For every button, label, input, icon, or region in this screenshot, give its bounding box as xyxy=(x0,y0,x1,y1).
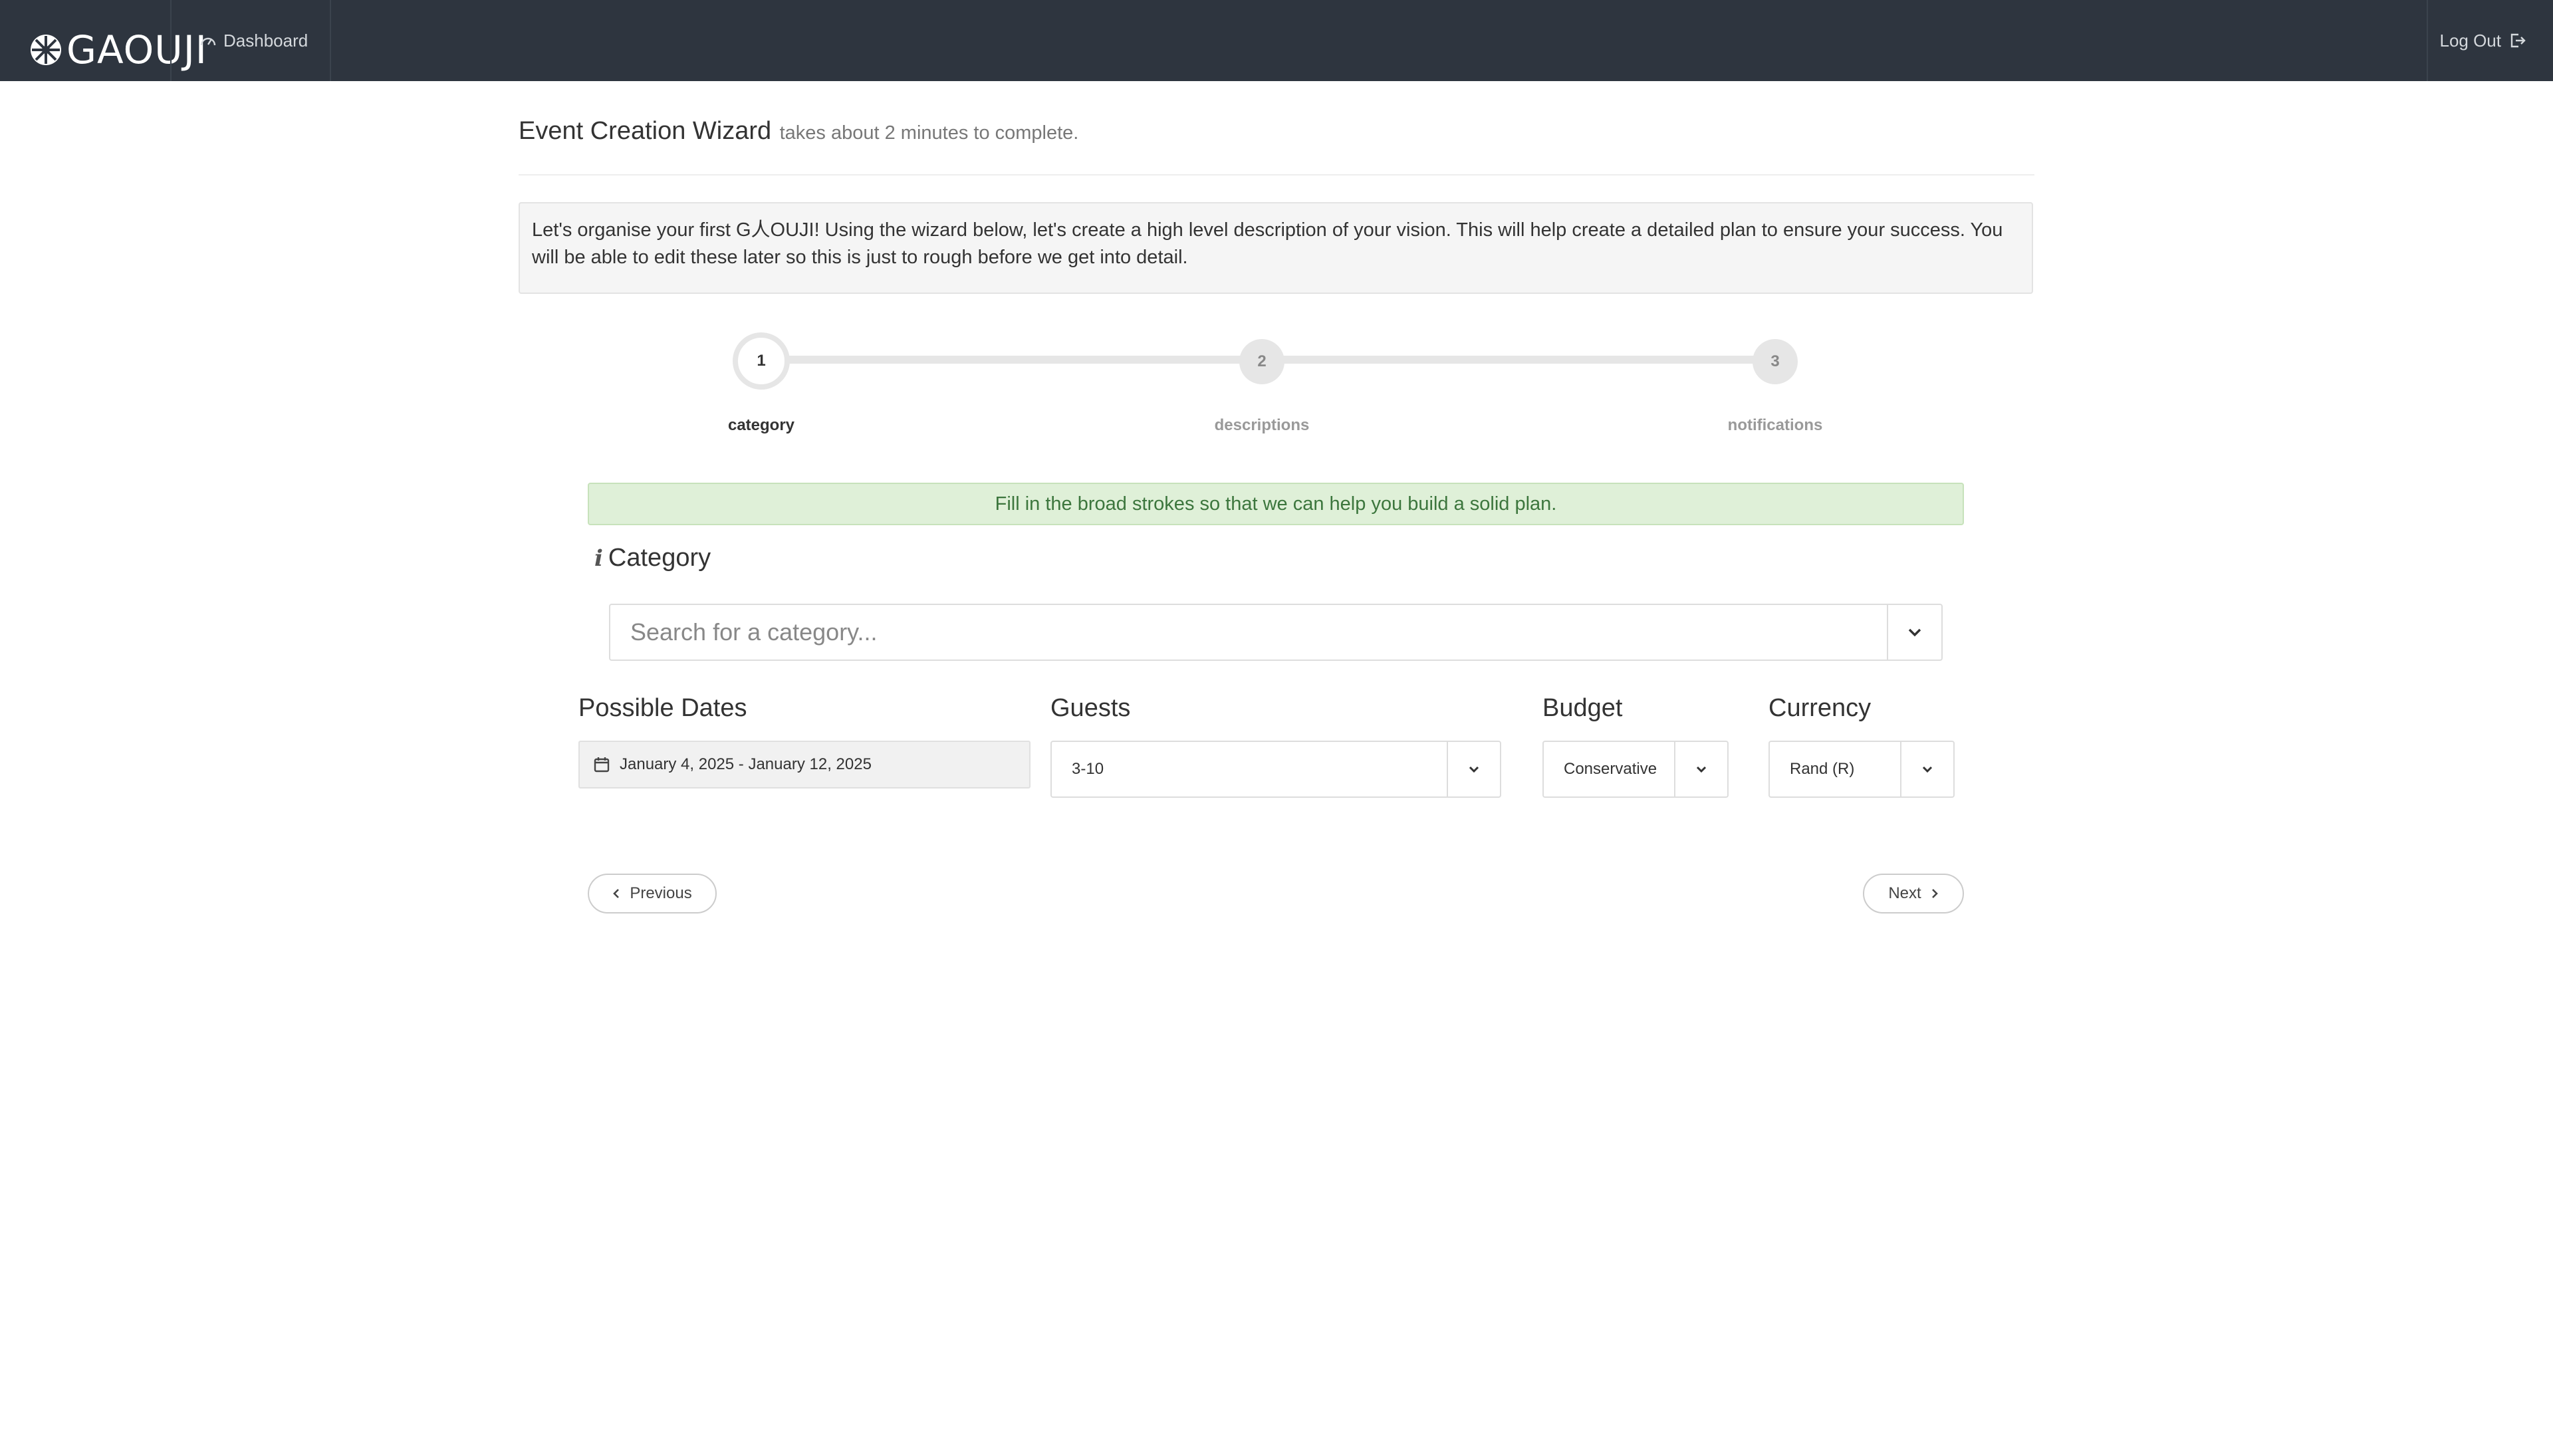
brand-logo[interactable]: GAOUJI xyxy=(29,27,207,72)
intro-description: Let's organise your first G人OUJI! Using … xyxy=(519,202,2033,294)
chevron-left-icon xyxy=(613,889,620,898)
step-2-circle[interactable]: 2 xyxy=(1239,339,1284,384)
logout-icon xyxy=(2510,33,2526,48)
page-header: Event Creation Wizard takes about 2 minu… xyxy=(519,117,2034,176)
calendar-icon xyxy=(594,757,610,773)
date-range-picker[interactable]: January 4, 2025 - January 12, 2025 xyxy=(578,741,1031,789)
brand-emblem-icon xyxy=(31,35,61,65)
logout-label: Log Out xyxy=(2439,30,2501,51)
nav-divider xyxy=(2427,0,2428,81)
step-3-circle[interactable]: 3 xyxy=(1753,339,1798,384)
chevron-right-icon xyxy=(1931,889,1938,898)
dates-label: Possible Dates xyxy=(578,694,747,722)
previous-label: Previous xyxy=(630,884,692,902)
date-range-value: January 4, 2025 - January 12, 2025 xyxy=(620,755,872,773)
success-alert: Fill in the broad strokes so that we can… xyxy=(588,483,1964,525)
step-1-label: category xyxy=(727,416,795,434)
currency-dropdown-button[interactable] xyxy=(1900,742,1953,796)
chevron-down-icon xyxy=(1908,628,1921,637)
info-icon[interactable]: i xyxy=(594,545,603,572)
stepper-track xyxy=(789,356,1254,364)
budget-select[interactable]: Conservative xyxy=(1542,741,1729,798)
chevron-down-icon xyxy=(1696,766,1707,773)
guests-select[interactable]: 3-10 xyxy=(1050,741,1501,798)
guests-label: Guests xyxy=(1050,694,1131,722)
step-3-label: notifications xyxy=(1727,416,1823,434)
chevron-down-icon xyxy=(1922,766,1933,773)
category-heading: i Category xyxy=(594,544,711,572)
currency-select[interactable]: Rand (R) xyxy=(1768,741,1955,798)
category-search-input[interactable] xyxy=(610,605,1887,660)
category-heading-label: Category xyxy=(608,544,711,572)
step-1-circle[interactable]: 1 xyxy=(733,332,790,390)
next-label: Next xyxy=(1888,884,1921,902)
category-dropdown-button[interactable] xyxy=(1887,605,1941,660)
step-2-label: descriptions xyxy=(1214,416,1310,434)
top-navbar: GAOUJI Dashboard Log Out xyxy=(0,0,2553,81)
logout-button[interactable]: Log Out xyxy=(2439,0,2526,81)
chevron-down-icon xyxy=(1469,766,1479,773)
nav-divider xyxy=(330,0,331,81)
budget-value: Conservative xyxy=(1564,760,1657,778)
next-button[interactable]: Next xyxy=(1863,874,1964,913)
stepper-track xyxy=(1270,356,1771,364)
guests-dropdown-button[interactable] xyxy=(1447,742,1500,796)
nav-dashboard-label: Dashboard xyxy=(223,30,308,51)
category-search xyxy=(609,604,1943,661)
guests-value: 3-10 xyxy=(1072,760,1104,778)
page-title: Event Creation Wizard xyxy=(519,117,772,145)
budget-dropdown-button[interactable] xyxy=(1674,742,1727,796)
nav-dashboard-link[interactable]: Dashboard xyxy=(199,0,308,81)
previous-button[interactable]: Previous xyxy=(588,874,717,913)
nav-divider xyxy=(170,0,172,81)
budget-label: Budget xyxy=(1542,694,1623,722)
page-subtitle: takes about 2 minutes to complete. xyxy=(779,122,1079,144)
dashboard-gauge-icon xyxy=(200,37,216,46)
brand-name: GAOUJI xyxy=(66,27,207,72)
currency-value: Rand (R) xyxy=(1790,760,1855,778)
currency-label: Currency xyxy=(1768,694,1872,722)
